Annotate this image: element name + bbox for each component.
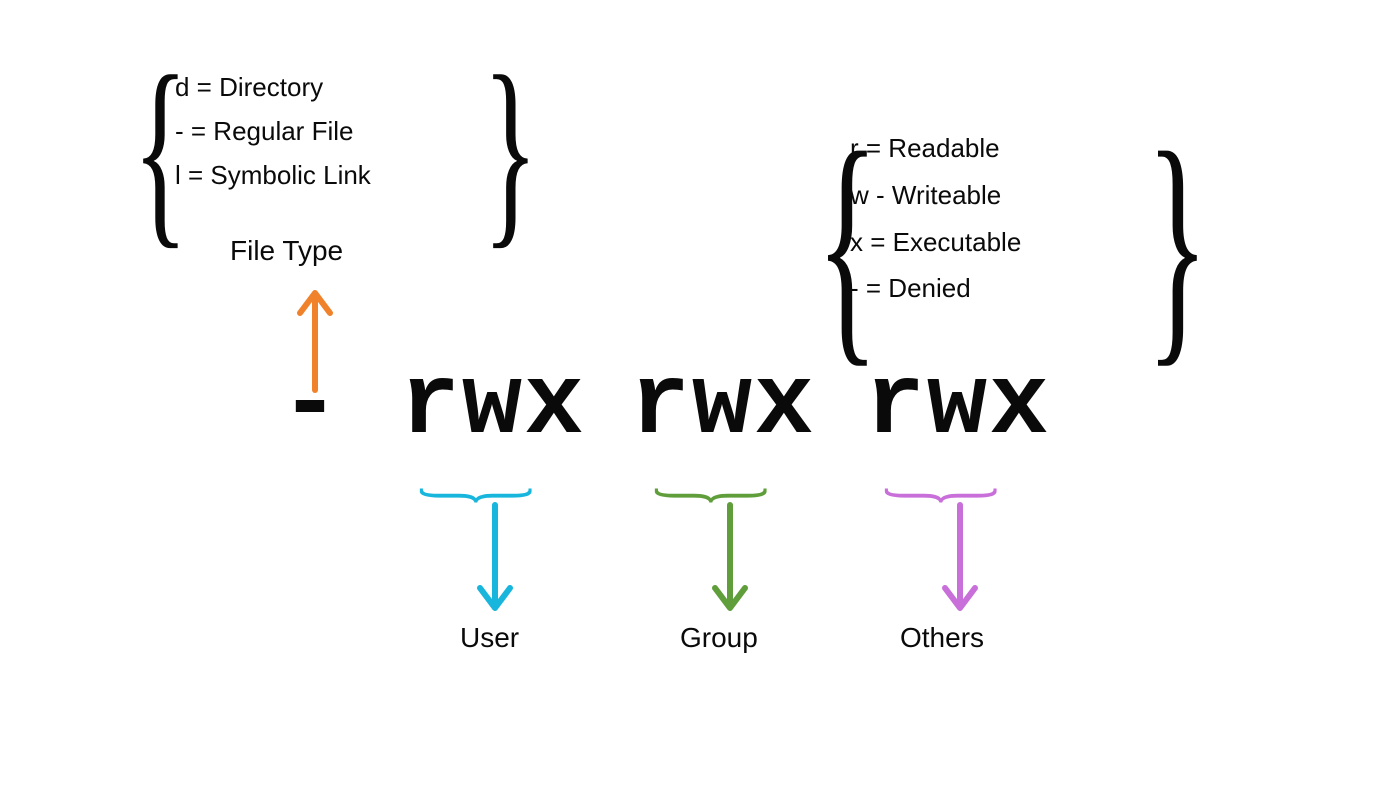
legend-line: d = Directory bbox=[175, 65, 475, 109]
arrow-group bbox=[705, 500, 755, 615]
label-user: User bbox=[460, 622, 519, 654]
perm-user-triplet: rwx bbox=[400, 350, 586, 463]
legend-line: l = Symbolic Link bbox=[175, 153, 475, 197]
file-type-legend: d = Directory - = Regular File l = Symbo… bbox=[175, 65, 475, 198]
arrow-user bbox=[470, 500, 520, 615]
permission-legend: r = Readable w - Writeable x = Executabl… bbox=[850, 125, 1150, 312]
perm-others-triplet: rwx bbox=[865, 350, 1051, 463]
legend-line: - = Denied bbox=[850, 265, 1150, 312]
label-group: Group bbox=[680, 622, 758, 654]
legend-line: r = Readable bbox=[850, 125, 1150, 172]
legend-line: x = Executable bbox=[850, 219, 1150, 266]
left-brace-close: } bbox=[483, 30, 538, 271]
diagram-canvas: { } d = Directory - = Regular File l = S… bbox=[0, 0, 1400, 788]
file-type-label: File Type bbox=[230, 235, 343, 267]
label-others: Others bbox=[900, 622, 984, 654]
filetype-char: - bbox=[280, 350, 342, 463]
right-brace-close: } bbox=[1146, 95, 1208, 394]
perm-group-triplet: rwx bbox=[630, 350, 816, 463]
arrow-others bbox=[935, 500, 985, 615]
legend-line: w - Writeable bbox=[850, 172, 1150, 219]
legend-line: - = Regular File bbox=[175, 109, 475, 153]
